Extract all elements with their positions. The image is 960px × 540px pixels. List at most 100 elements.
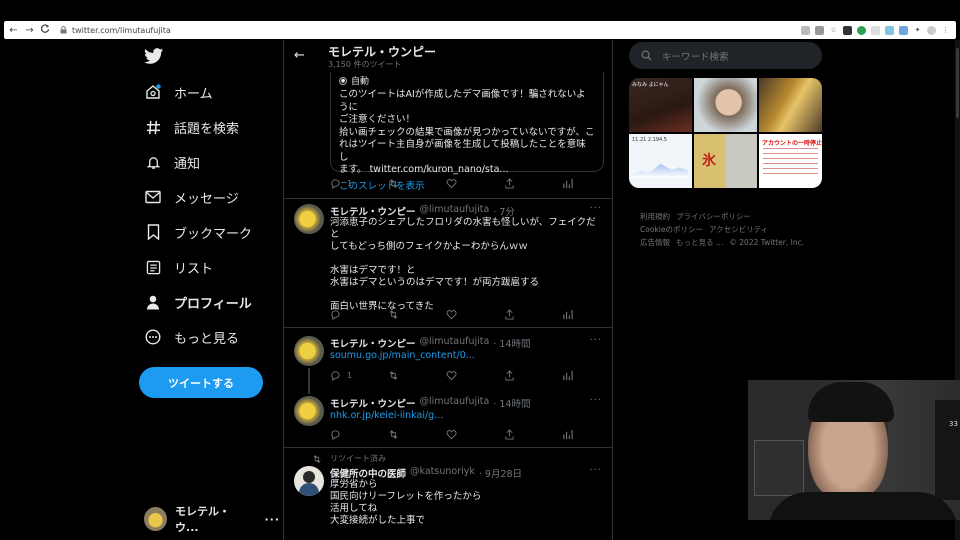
bot-icon: ● bbox=[339, 76, 347, 85]
address-bar[interactable]: ← → twitter.com/limutaufujita ☆ ✦ ⋮ bbox=[4, 21, 956, 39]
footer-link[interactable]: 広告情報 bbox=[640, 238, 670, 247]
avatar[interactable] bbox=[294, 204, 324, 234]
star-icon[interactable]: ☆ bbox=[829, 26, 838, 35]
search-icon bbox=[641, 50, 652, 61]
tweet-button[interactable]: ツイートする bbox=[139, 367, 263, 398]
sidebar-item-notifications[interactable]: 通知 bbox=[144, 148, 200, 176]
analytics-button[interactable] bbox=[562, 178, 612, 189]
search-input[interactable]: キーワード検索 bbox=[629, 42, 822, 69]
url-text[interactable]: twitter.com/limutaufujita bbox=[72, 26, 171, 35]
avatar[interactable] bbox=[294, 396, 324, 426]
retweet-button[interactable] bbox=[388, 178, 446, 189]
avatar[interactable] bbox=[294, 336, 324, 366]
share-button[interactable] bbox=[504, 370, 562, 381]
sidebar-item-messages[interactable]: メッセージ bbox=[144, 183, 239, 211]
forward-icon[interactable]: → bbox=[23, 25, 36, 36]
retweet-button[interactable] bbox=[388, 309, 446, 320]
share-icon bbox=[505, 309, 514, 320]
tweet[interactable]: 保健所の中の医師 @katsunoriyk · 9月28日 ··· 厚労省から 国民… bbox=[284, 464, 612, 540]
avatar[interactable] bbox=[294, 466, 324, 496]
media-thumbnail[interactable] bbox=[759, 78, 822, 132]
retweet-icon bbox=[389, 430, 398, 439]
footer-link[interactable]: プライバシーポリシー bbox=[676, 212, 751, 221]
back-icon[interactable]: ← bbox=[7, 25, 20, 36]
menu-dots-icon[interactable]: ⋮ bbox=[941, 26, 950, 35]
tweet-author[interactable]: モレテル・ウンピー @limutaufujita · 7分 bbox=[330, 204, 515, 218]
tweet-author[interactable]: 保健所の中の医師 @katsunoriyk · 9月28日 bbox=[330, 466, 522, 480]
thread-line bbox=[308, 368, 310, 394]
analytics-button[interactable] bbox=[562, 429, 612, 440]
more-options-icon[interactable]: ··· bbox=[589, 395, 602, 406]
sidebar-item-label: 通知 bbox=[174, 156, 201, 172]
share-icon bbox=[505, 370, 514, 381]
share-button[interactable] bbox=[504, 178, 562, 189]
like-button[interactable] bbox=[446, 429, 504, 440]
sidebar-item-profile[interactable]: プロフィール bbox=[144, 288, 252, 316]
media-thumbnail[interactable]: アカウントの一時停止措置 bbox=[759, 134, 822, 188]
more-options-icon[interactable]: ··· bbox=[589, 465, 602, 476]
sidebar-item-more[interactable]: もっと見る bbox=[144, 323, 239, 351]
profile-avatar-icon[interactable] bbox=[927, 25, 936, 35]
reply-icon bbox=[331, 430, 340, 440]
bell-icon bbox=[144, 153, 162, 171]
sidebar-item-explore[interactable]: 話題を検索 bbox=[144, 113, 239, 141]
share-button[interactable] bbox=[504, 429, 562, 440]
twitter-logo-icon[interactable] bbox=[144, 48, 164, 66]
share-button[interactable] bbox=[504, 309, 562, 320]
footer-link[interactable]: Cookieのポリシー bbox=[640, 225, 703, 234]
zoom-icon[interactable] bbox=[815, 25, 824, 35]
monitor-in-background bbox=[754, 440, 804, 496]
reply-button[interactable] bbox=[330, 429, 388, 440]
tweet-author[interactable]: モレテル・ウンピー @limutaufujita · 14時間 bbox=[330, 336, 530, 350]
footer-link[interactable]: もっと見る … bbox=[676, 238, 723, 247]
reply-button[interactable]: 1 bbox=[330, 370, 388, 381]
analytics-button[interactable] bbox=[562, 309, 612, 320]
retweet-button[interactable] bbox=[388, 429, 446, 440]
retweet-button[interactable] bbox=[388, 370, 446, 381]
divider bbox=[284, 198, 612, 199]
back-arrow-icon[interactable]: ← bbox=[294, 48, 305, 63]
like-button[interactable] bbox=[446, 370, 504, 381]
sidebar-item-label: もっと見る bbox=[174, 331, 240, 347]
screenshot-icon[interactable] bbox=[801, 25, 810, 35]
sidebar-item-label: リスト bbox=[174, 261, 214, 277]
extension-green-icon[interactable] bbox=[857, 25, 866, 35]
media-thumbnail[interactable] bbox=[694, 134, 757, 188]
reload-icon[interactable] bbox=[39, 24, 52, 36]
sidebar-item-home[interactable]: ホーム bbox=[144, 78, 213, 106]
puzzle-icon[interactable]: ✦ bbox=[913, 26, 922, 35]
reply-button[interactable]: 1 bbox=[330, 178, 388, 189]
tweet-author[interactable]: モレテル・ウンピー @limutaufujita · 14時間 bbox=[330, 396, 530, 410]
bookmark-icon bbox=[144, 223, 162, 241]
list-icon bbox=[144, 258, 162, 276]
scrollbar-thumb[interactable] bbox=[956, 48, 959, 118]
tweet-link[interactable]: nhk.or.jp/keiei-iinkai/g... bbox=[330, 410, 443, 421]
like-button[interactable] bbox=[446, 178, 504, 189]
like-button[interactable] bbox=[446, 309, 504, 320]
left-sidebar: ホーム 話題を検索 通知 メッセージ ブックマーク リスト プロフィール もっと… bbox=[130, 40, 280, 540]
extension-icon[interactable] bbox=[871, 25, 880, 35]
account-more-icon[interactable]: ··· bbox=[264, 513, 280, 526]
extension-icon[interactable] bbox=[885, 25, 894, 35]
media-thumbnail[interactable]: みなみ よにゃん bbox=[629, 78, 692, 132]
footer-link[interactable]: 利用規約 bbox=[640, 212, 670, 221]
account-switcher[interactable]: モレテル・ウ... ··· bbox=[144, 503, 280, 535]
footer-link[interactable]: アクセシビリティ bbox=[709, 225, 768, 234]
extension-icon[interactable] bbox=[843, 25, 852, 35]
sidebar-item-lists[interactable]: リスト bbox=[144, 253, 213, 281]
analytics-icon bbox=[563, 309, 573, 320]
tweet-link[interactable]: soumu.go.jp/main_content/0... bbox=[330, 350, 475, 361]
media-thumbnail[interactable] bbox=[694, 78, 757, 132]
share-icon bbox=[505, 178, 514, 189]
media-thumbnail[interactable]: 11.21 2.194.5 bbox=[629, 134, 692, 188]
reply-count: 1 bbox=[347, 179, 353, 188]
reply-button[interactable] bbox=[330, 309, 388, 320]
sidebar-item-bookmarks[interactable]: ブックマーク bbox=[144, 218, 252, 246]
more-options-icon[interactable]: ··· bbox=[589, 335, 602, 346]
extension-icon[interactable] bbox=[899, 25, 908, 35]
more-options-icon[interactable]: ··· bbox=[589, 203, 602, 214]
chair bbox=[934, 400, 960, 500]
analytics-button[interactable] bbox=[562, 370, 612, 381]
extension-icons: ☆ ✦ ⋮ bbox=[801, 25, 956, 35]
webcam-overlay: 33 bbox=[748, 380, 960, 520]
